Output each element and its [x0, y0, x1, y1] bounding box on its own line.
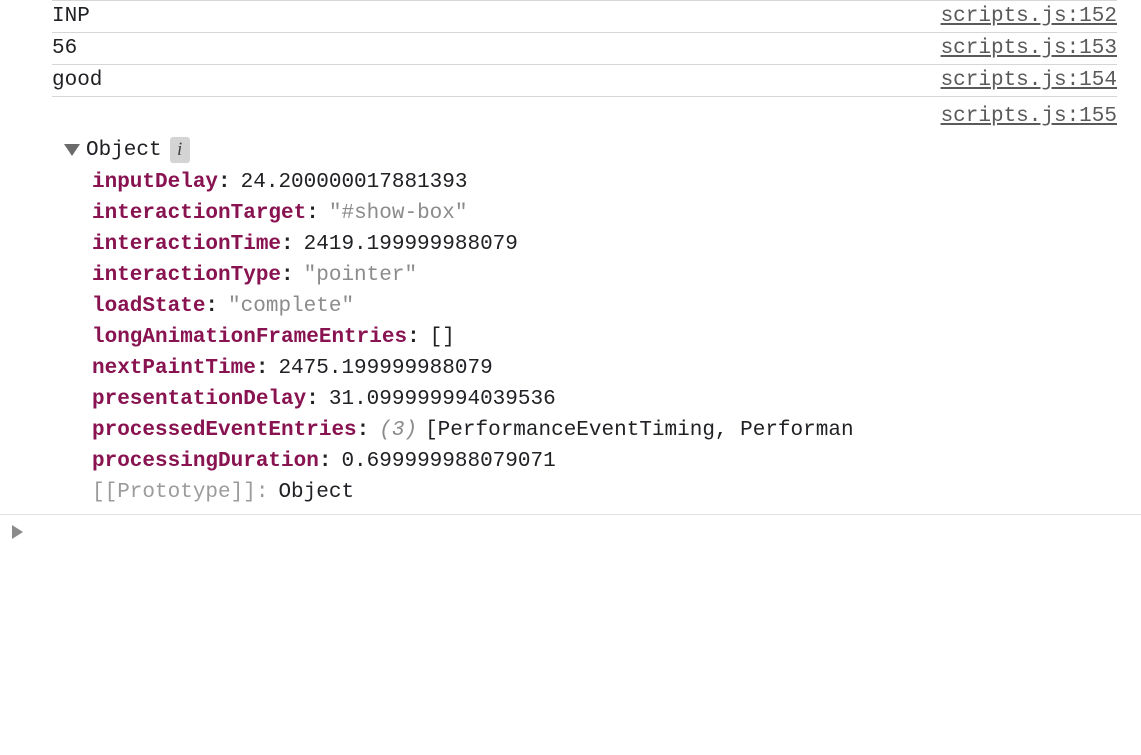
object-property[interactable]: presentationDelay: 31.099999994039536	[92, 384, 1117, 415]
property-value: 24.200000017881393	[241, 171, 468, 194]
source-link[interactable]: scripts.js:155	[941, 105, 1117, 128]
property-value: "complete"	[228, 295, 354, 318]
property-key: [[Prototype]]	[92, 481, 256, 504]
chevron-right-icon	[12, 525, 23, 539]
property-key: presentationDelay	[92, 388, 306, 411]
source-link[interactable]: scripts.js:152	[941, 5, 1117, 28]
source-link[interactable]: scripts.js:154	[941, 69, 1117, 92]
info-icon[interactable]: i	[170, 137, 190, 163]
property-key: processedEventEntries	[92, 419, 357, 442]
object-header[interactable]: Object i	[64, 137, 1117, 163]
console-prompt[interactable]	[0, 514, 1141, 539]
object-property[interactable]: processedEventEntries: (3) [PerformanceE…	[92, 415, 1117, 446]
object-property[interactable]: interactionTarget: "#show-box"	[92, 198, 1117, 229]
property-key: longAnimationFrameEntries	[92, 326, 407, 349]
object-property[interactable]: interactionTime: 2419.199999988079	[92, 229, 1117, 260]
property-value: "pointer"	[304, 264, 417, 287]
property-value: 2475.199999988079	[278, 357, 492, 380]
object-property[interactable]: interactionType: "pointer"	[92, 260, 1117, 291]
property-value: 2419.199999988079	[304, 233, 518, 256]
property-value: 31.099999994039536	[329, 388, 556, 411]
object-property[interactable]: [[Prototype]]: Object	[92, 477, 1117, 508]
property-value: 0.699999988079071	[341, 450, 555, 473]
object-property[interactable]: loadState: "complete"	[92, 291, 1117, 322]
log-value: 56	[52, 37, 77, 60]
property-key: interactionTarget	[92, 202, 306, 225]
log-value: good	[52, 69, 102, 92]
console-object-log: scripts.js:155 Object i inputDelay: 24.2…	[52, 97, 1117, 508]
console-panel: INP scripts.js:152 56 scripts.js:153 goo…	[0, 0, 1141, 755]
log-value: INP	[52, 5, 90, 28]
console-log-row: 56 scripts.js:153	[52, 33, 1117, 65]
console-log-row: good scripts.js:154	[52, 65, 1117, 97]
property-key: inputDelay	[92, 171, 218, 194]
property-value: []	[430, 326, 455, 349]
property-value: Object	[278, 481, 354, 504]
property-key: nextPaintTime	[92, 357, 256, 380]
object-property[interactable]: nextPaintTime: 2475.199999988079	[92, 353, 1117, 384]
property-key: interactionType	[92, 264, 281, 287]
property-key: interactionTime	[92, 233, 281, 256]
property-value: "#show-box"	[329, 202, 468, 225]
console-log-row: INP scripts.js:152	[52, 0, 1117, 33]
object-property[interactable]: processingDuration: 0.699999988079071	[92, 446, 1117, 477]
object-type-label: Object	[86, 139, 162, 162]
chevron-down-icon[interactable]	[64, 144, 80, 156]
object-property[interactable]: longAnimationFrameEntries: []	[92, 322, 1117, 353]
source-link[interactable]: scripts.js:153	[941, 37, 1117, 60]
property-key: loadState	[92, 295, 205, 318]
object-properties: inputDelay: 24.200000017881393 interacti…	[92, 167, 1117, 508]
object-property[interactable]: inputDelay: 24.200000017881393	[92, 167, 1117, 198]
array-length: (3)	[379, 419, 417, 442]
array-preview: [PerformanceEventTiming, Performan	[425, 419, 853, 442]
property-key: processingDuration	[92, 450, 319, 473]
